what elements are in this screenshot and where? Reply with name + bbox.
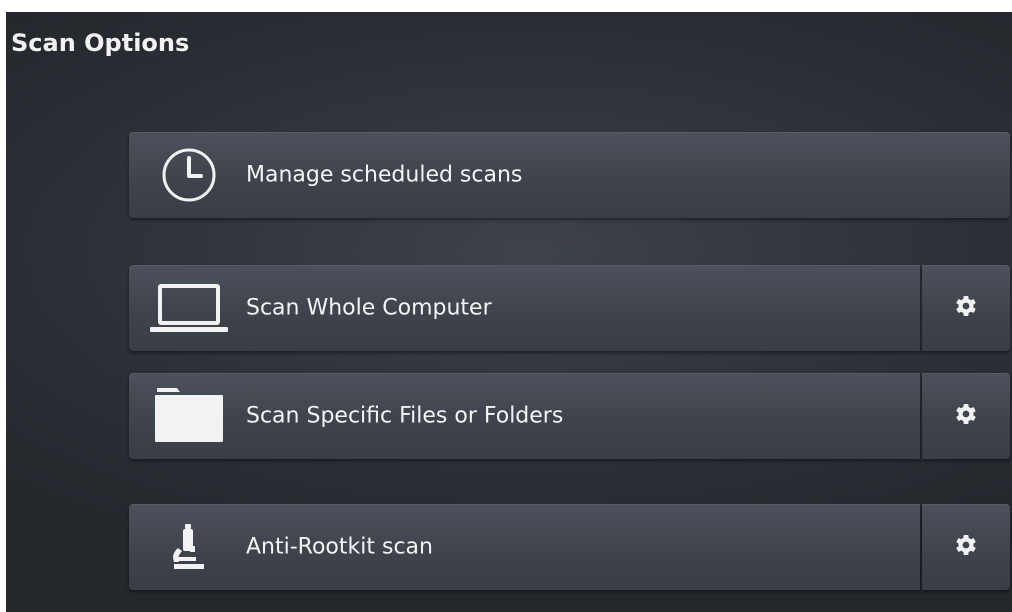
page-title: Scan Options [11, 29, 190, 57]
anti-rootkit-scan-label: Anti-Rootkit scan [246, 534, 433, 560]
gear-icon [955, 295, 977, 322]
scan-whole-computer-settings-button[interactable] [922, 265, 1010, 351]
scan-specific-files-row: Scan Specific Files or Folders [129, 373, 1010, 459]
scan-whole-computer-button[interactable]: Scan Whole Computer [129, 265, 920, 351]
scan-options-panel: Scan Options Manage scheduled scans Scan… [6, 12, 1012, 612]
anti-rootkit-scan-settings-button[interactable] [922, 504, 1010, 590]
folder-icon [147, 384, 231, 448]
scan-whole-computer-row: Scan Whole Computer [129, 265, 1010, 351]
anti-rootkit-scan-row: Anti-Rootkit scan [129, 504, 1010, 590]
clock-icon [147, 143, 231, 207]
scan-specific-files-button[interactable]: Scan Specific Files or Folders [129, 373, 920, 459]
laptop-icon [147, 276, 231, 340]
manage-scheduled-scans-button[interactable]: Manage scheduled scans [129, 132, 1010, 218]
manage-scheduled-scans-row: Manage scheduled scans [129, 132, 1010, 218]
manage-scheduled-scans-label: Manage scheduled scans [246, 162, 523, 188]
anti-rootkit-scan-button[interactable]: Anti-Rootkit scan [129, 504, 920, 590]
gear-icon [955, 534, 977, 561]
scan-whole-computer-label: Scan Whole Computer [246, 295, 492, 321]
microscope-icon [147, 515, 231, 579]
scan-specific-files-label: Scan Specific Files or Folders [246, 403, 564, 429]
gear-icon [955, 403, 977, 430]
scan-specific-files-settings-button[interactable] [922, 373, 1010, 459]
